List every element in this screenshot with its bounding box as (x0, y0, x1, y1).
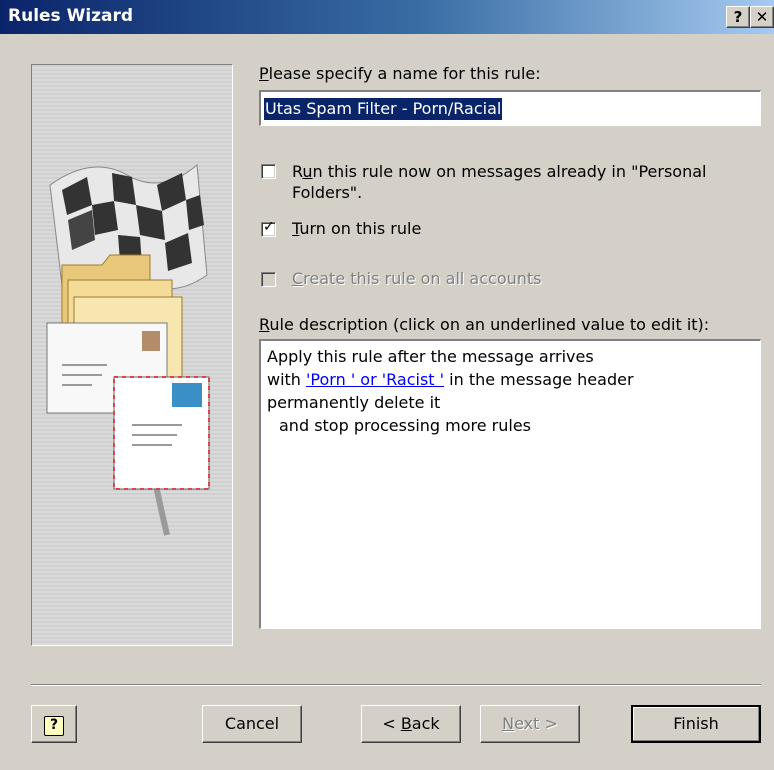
description-line: and stop processing more rules (279, 416, 532, 435)
window-title: Rules Wizard (8, 6, 134, 26)
header-words-link[interactable]: 'Porn ' or 'Racist ' (306, 370, 444, 389)
back-button[interactable]: < Back (361, 705, 461, 743)
button-separator (31, 684, 761, 686)
description-line: permanently delete it (267, 393, 441, 412)
help-icon: ? (44, 716, 64, 736)
envelope-icon (46, 322, 210, 490)
title-help-button[interactable]: ? (726, 6, 750, 28)
rule-name-input[interactable]: Utas Spam Filter - Porn/Racial (259, 90, 761, 126)
rules-wizard-dialog: Rules Wizard ? ✕ Please specify a name f… (0, 0, 774, 770)
all-accounts-checkbox (261, 272, 276, 287)
wizard-illustration (31, 64, 233, 646)
rule-name-value: Utas Spam Filter - Porn/Racial (264, 98, 503, 120)
rule-description-label: Rule description (click on an underlined… (259, 315, 710, 334)
title-bar[interactable]: Rules Wizard ? ✕ (0, 0, 774, 34)
checkmark-icon: ✓ (263, 219, 275, 235)
all-accounts-label: Create this rule on all accounts (292, 269, 542, 288)
turn-on-label[interactable]: Turn on this rule (292, 219, 421, 238)
run-now-label[interactable]: Run this rule now on messages already in… (292, 162, 706, 181)
run-now-label-line2[interactable]: Folders". (292, 183, 362, 202)
checkered-flag-folders-illustration (46, 163, 210, 536)
finish-button[interactable]: Finish (631, 705, 761, 743)
rule-name-label: Please specify a name for this rule: (259, 64, 541, 83)
cancel-button[interactable]: Cancel (202, 705, 302, 743)
title-close-button[interactable]: ✕ (750, 6, 774, 28)
turn-on-checkbox[interactable]: ✓ (261, 219, 276, 237)
rule-description-box[interactable]: Apply this rule after the message arrive… (259, 339, 761, 629)
description-line: with 'Porn ' or 'Racist ' in the message… (267, 370, 634, 389)
description-line: Apply this rule after the message arrive… (267, 347, 594, 366)
next-button: Next > (480, 705, 580, 743)
run-now-checkbox[interactable] (261, 164, 276, 179)
help-button[interactable]: ? (31, 705, 77, 743)
